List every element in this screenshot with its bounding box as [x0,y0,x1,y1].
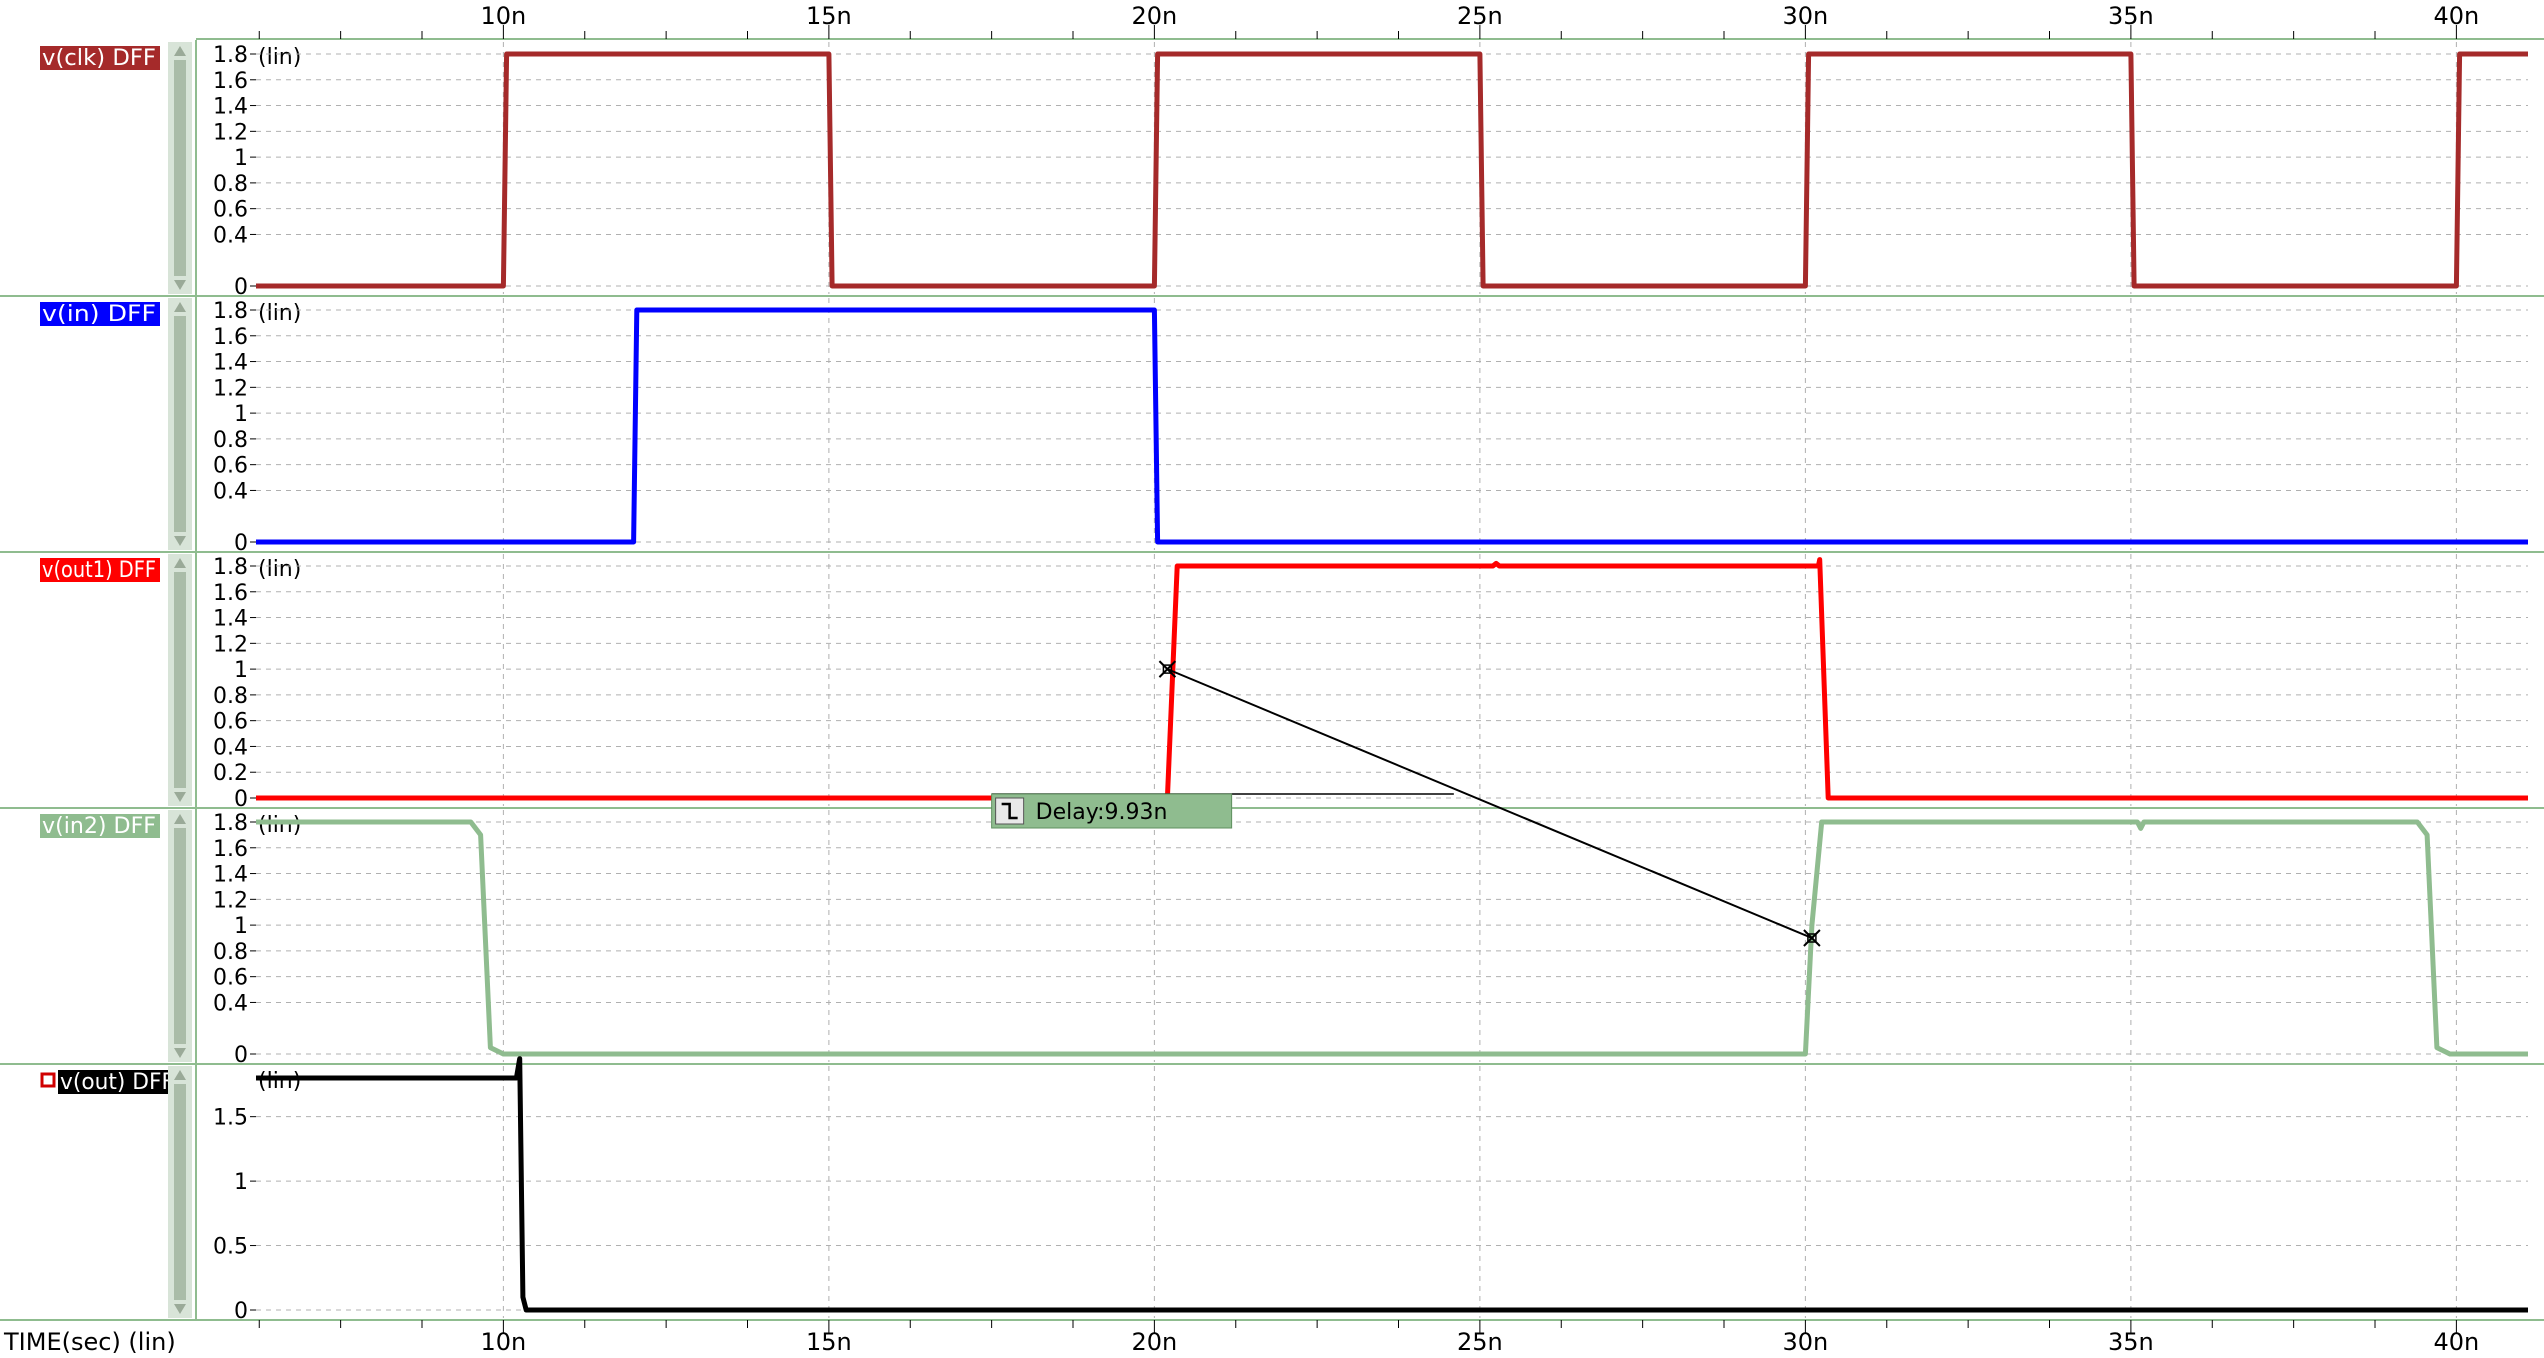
y-tick-label: 0 [234,787,248,812]
waveform-trace-clk[interactable] [256,51,2528,289]
scroll-thumb[interactable] [174,316,186,532]
bottom-x-tick-label: 35n [2108,1328,2154,1356]
signal-label: v(out1) DFF [42,558,156,583]
y-tick-label: 1 [234,1170,248,1195]
y-tick-label: 0.4 [213,991,248,1016]
y-tick-label: 1 [234,914,248,939]
scroll-thumb[interactable] [174,572,186,788]
scroll-thumb[interactable] [174,828,186,1044]
y-tick-label: 1.2 [213,632,248,657]
y-tick-label: 1.6 [213,837,248,862]
y-tick-label: 1.8 [213,811,248,836]
y-tick-label: 1.6 [213,325,248,350]
panel-clk: v(clk) DFF (lin) 0 0.40.60.811.21.41.61.8 [0,40,2544,300]
y-tick-label: 0.4 [213,479,248,504]
y-tick-label: 1.6 [213,69,248,94]
delay-label: Delay:9.93n [1036,800,1168,825]
waveform-trace-in2[interactable] [256,819,2528,1057]
waveform-viewer: v(clk) DFF (lin) 0 0.4 0.6 0.8 1 1.2 1.4 1.6 1.8 v(… [0,0,2544,1358]
waveform-trace-out[interactable] [256,1056,2528,1313]
y-tick-label: 0.2 [213,761,248,786]
y-tick-label: 1.8 [213,43,248,68]
scale-label: (lin) [258,813,301,838]
scale-label: (lin) [258,557,301,582]
top-x-tick-label: 30n [1783,2,1829,30]
signal-label: v(clk) DFF [42,46,156,71]
y-tick-label: 1.4 [213,351,248,376]
y-tick-label: 1.5 [213,1106,248,1131]
top-x-tick-label: 40n [2434,2,2480,30]
y-tick-label: 0.6 [213,710,248,735]
x-axis-label: TIME(sec) (lin) [3,1328,176,1356]
y-tick-label: 1.8 [213,555,248,580]
y-tick-label: 1.2 [213,888,248,913]
y-tick-label: 0 [234,275,248,300]
bottom-x-tick-label: 30n [1783,1328,1829,1356]
panel-out1: v(out1) DFF (lin) 00.20.40.60.811.21.41.61… [0,552,2544,812]
scroll-thumb[interactable] [174,1084,186,1300]
y-tick-label: 1.8 [213,299,248,324]
signal-label: v(in2) DFF [42,814,156,839]
waveform-trace-in[interactable] [256,307,2528,545]
top-x-tick-label: 10n [481,2,527,30]
bottom-x-tick-label: 20n [1132,1328,1178,1356]
y-tick-label: 1 [234,402,248,427]
top-x-tick-label: 20n [1132,2,1178,30]
scroll-thumb[interactable] [174,60,186,276]
y-tick-label: 1.2 [213,376,248,401]
y-tick-label: 0.8 [213,428,248,453]
y-tick-label: 0.6 [213,454,248,479]
y-tick-label: 0.4 [213,735,248,760]
bottom-x-tick-label: 25n [1457,1328,1503,1356]
bottom-x-tick-label: 15n [806,1328,852,1356]
top-axis-band [0,0,2544,40]
top-x-tick-label: 15n [806,2,852,30]
y-tick-label: 0.8 [213,684,248,709]
top-x-tick-label: 35n [2108,2,2154,30]
y-tick-label: 1 [234,146,248,171]
signal-label: v(out) DFF [60,1070,174,1095]
selected-square-icon[interactable] [40,1072,56,1088]
y-tick-label: 0.5 [213,1235,248,1260]
y-tick-label: 0.8 [213,940,248,965]
y-tick-label: 0.6 [213,198,248,223]
delay-connector-line [1167,668,1813,939]
top-x-tick-label: 25n [1457,2,1503,30]
delay-measurement[interactable]: Delay:9.93n [991,660,1821,947]
y-tick-label: 0 [234,531,248,556]
bottom-x-tick-label: 40n [2434,1328,2480,1356]
y-tick-label: 0.6 [213,966,248,991]
y-tick-label: 1.2 [213,120,248,145]
scale-label: (lin) [258,45,301,70]
y-tick-label: 0 [234,1043,248,1068]
y-tick-label: 1.4 [213,95,248,120]
y-tick-label: 0.4 [213,223,248,248]
y-tick-label: 1.4 [213,863,248,888]
y-tick-label: 1 [234,658,248,683]
panel-in2: v(in2) DFF (lin) 0 0.40.60.811.21.41.61.8 [0,808,2544,1068]
panel-out: v(out) DFF (lin)00.511.5 [0,1056,2544,1324]
y-tick-label: 0.8 [213,172,248,197]
waveform-plot[interactable]: v(clk) DFF (lin)00.40.60.811.21.41.61.8v(… [0,0,2544,1358]
y-tick-label: 1.4 [213,607,248,632]
signal-label: v(in) DFF [42,302,156,327]
scale-label: (lin) [258,301,301,326]
panel-in: v(in) DFF (lin) 0 0.40.60.811.21.41.61.8 [0,296,2544,556]
scale-label: (lin) [258,1069,301,1094]
bottom-x-tick-label: 10n [481,1328,527,1356]
y-tick-label: 1.6 [213,581,248,606]
